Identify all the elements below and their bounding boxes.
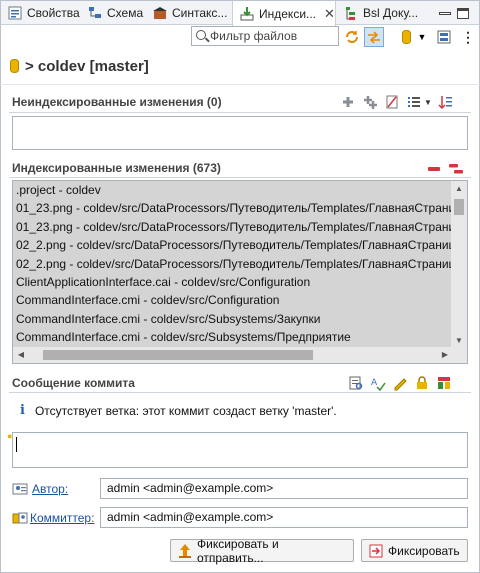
amend-icon[interactable]	[436, 375, 452, 391]
preview-icon[interactable]	[348, 375, 364, 391]
scrollbar-corner	[451, 347, 467, 363]
commit-label: Фиксировать	[388, 543, 460, 558]
staging-icon	[239, 6, 255, 22]
list-item[interactable]: CommandInterface.cmi - coldev/src/Subsys…	[13, 310, 453, 328]
staged-rows: .project - coldev 01_23.png - coldev/src/…	[13, 181, 453, 349]
chevron-down-icon[interactable]: ▼	[416, 27, 428, 47]
unstaged-toolbar: ▼	[340, 94, 454, 110]
view-tab-bar: Свойства Схема Синтакс... Индекси... ✕ B…	[1, 1, 479, 26]
divider	[9, 392, 471, 393]
author-icon	[12, 483, 28, 495]
maximize-icon[interactable]	[457, 7, 469, 19]
tab-label: Синтакс...	[172, 6, 228, 20]
repository-title: > coldev [master]	[25, 57, 149, 75]
refresh-icon	[346, 31, 358, 43]
push-icon	[177, 543, 193, 559]
tab-staging[interactable]: Индекси... ✕	[232, 1, 336, 26]
list-item[interactable]: 01_23.png - coldev/src/DataProcessors/Пу…	[13, 218, 453, 236]
list-item[interactable]: 02_2.png - coldev/src/DataProcessors/Пут…	[13, 236, 453, 254]
switch-layout-button[interactable]	[434, 27, 454, 47]
commit-message-input[interactable]	[12, 432, 468, 468]
scrollbar-thumb[interactable]	[43, 350, 313, 360]
presentation-icon[interactable]	[406, 94, 422, 110]
staged-files-list[interactable]: .project - coldev 01_23.png - coldev/src/…	[12, 180, 468, 364]
tab-label: Индекси...	[259, 6, 317, 21]
text-caret	[16, 437, 17, 452]
tab-label: Bsl Доку...	[363, 6, 419, 20]
add-to-index-icon[interactable]	[340, 94, 356, 110]
repository-button[interactable]	[396, 27, 416, 47]
chevron-down-icon[interactable]: ▼	[424, 98, 432, 107]
outline-icon	[87, 5, 103, 21]
unstaged-section-title: Неиндексированные изменения (0)	[12, 95, 222, 109]
author-label[interactable]: Автор:	[12, 480, 68, 498]
database-icon	[10, 59, 19, 73]
lock-icon[interactable]	[414, 375, 430, 391]
info-icon: i	[20, 403, 25, 418]
tab-bsl-doc[interactable]: Bsl Доку...	[337, 1, 427, 25]
refresh-button[interactable]	[342, 27, 362, 47]
commit-icon	[368, 543, 384, 559]
divider	[9, 177, 471, 178]
staged-section-title: Индексированные изменения (673)	[12, 161, 221, 175]
minimize-icon[interactable]	[439, 11, 451, 15]
sign-off-icon[interactable]	[392, 375, 408, 391]
committer-input[interactable]: admin <admin@example.com>	[100, 507, 468, 528]
committer-label[interactable]: Коммиттер:	[12, 509, 94, 527]
remove-from-index-icon[interactable]	[426, 161, 442, 177]
committer-label-text: Коммиттер:	[30, 511, 95, 525]
list-item[interactable]: .project - coldev	[13, 181, 453, 199]
file-filter-input[interactable]: Фильтр файлов	[191, 26, 339, 46]
properties-icon	[7, 5, 23, 21]
branch-info-text: Отсутствует ветка: этот коммит создаст в…	[34, 403, 337, 418]
spell-check-icon[interactable]: A	[370, 375, 386, 392]
divider	[0, 84, 480, 85]
svg-text:A: A	[371, 378, 378, 388]
scrollbar-thumb[interactable]	[454, 199, 464, 215]
layout-icon	[437, 30, 451, 44]
add-all-to-index-icon[interactable]	[362, 94, 378, 110]
tab-label: Схема	[107, 6, 144, 20]
view-menu-button[interactable]: ⋮	[458, 27, 478, 47]
staged-toolbar	[426, 161, 464, 177]
list-item[interactable]: 01_23.png - coldev/src/DataProcessors/Пу…	[13, 199, 453, 217]
list-item[interactable]: 02_2.png - coldev/src/DataProcessors/Пут…	[13, 255, 453, 273]
commit-toolbar: A	[348, 375, 452, 392]
vertical-scrollbar[interactable]: ▲ ▼	[451, 181, 467, 349]
commit-button[interactable]: Фиксировать	[361, 539, 468, 562]
committer-icon	[12, 512, 28, 524]
commit-and-push-label: Фиксировать и отправить...	[197, 536, 279, 565]
remove-all-from-index-icon[interactable]	[448, 161, 464, 177]
list-item[interactable]: ClientApplicationInterface.cai - coldev/…	[13, 273, 453, 291]
tab-outline[interactable]: Схема	[81, 1, 146, 25]
branch-info: i Отсутствует ветка: этот коммит создаст…	[20, 403, 337, 418]
sort-icon[interactable]	[438, 94, 454, 110]
unstaged-files-list[interactable]	[12, 116, 468, 150]
search-icon	[196, 30, 206, 40]
tab-syntax[interactable]: Синтакс...	[146, 1, 232, 25]
tab-label: Свойства	[27, 6, 80, 20]
tab-properties[interactable]: Свойства	[1, 1, 81, 25]
commit-and-push-button[interactable]: Фиксировать и отправить...	[170, 536, 354, 565]
link-icon	[368, 31, 380, 44]
divider	[9, 112, 471, 113]
scroll-up-icon[interactable]: ▲	[451, 181, 467, 197]
scroll-left-icon[interactable]: ◀	[13, 347, 29, 363]
database-icon	[401, 30, 411, 44]
repository-header: > coldev [master]	[10, 55, 149, 77]
view-toolbar: Фильтр файлов ▼ ⋮	[0, 25, 480, 49]
list-item[interactable]: CommandInterface.cmi - coldev/src/Subsys…	[13, 328, 453, 346]
syntax-icon	[152, 5, 168, 21]
author-label-text: Автор:	[32, 482, 69, 496]
ignore-file-icon[interactable]	[384, 94, 400, 110]
close-icon[interactable]: ✕	[324, 6, 335, 22]
bsl-doc-icon	[343, 5, 359, 21]
minimize-maximize	[429, 1, 477, 25]
list-item[interactable]: CommandInterface.cmi - coldev/src/Config…	[13, 291, 453, 309]
filter-placeholder: Фильтр файлов	[210, 29, 298, 43]
link-selection-button[interactable]	[364, 27, 384, 47]
author-input[interactable]: admin <admin@example.com>	[100, 478, 468, 499]
commit-section-title: Сообщение коммита	[12, 376, 135, 390]
horizontal-scrollbar[interactable]: ◀ ▶	[13, 347, 453, 363]
